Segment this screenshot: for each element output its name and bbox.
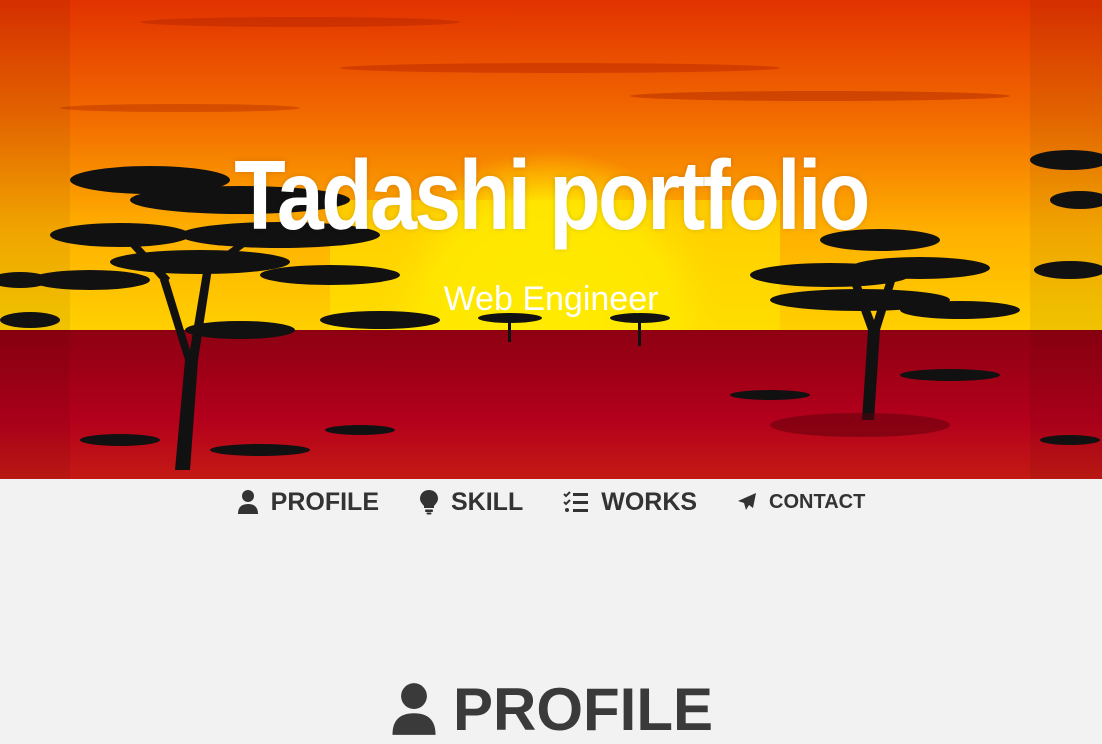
nav-label-skill: SKILL bbox=[451, 487, 524, 516]
nav-item-contact[interactable]: CONTACT bbox=[737, 491, 865, 514]
nav-item-profile[interactable]: PROFILE bbox=[237, 488, 379, 517]
nav-label-contact: CONTACT bbox=[769, 490, 866, 513]
nav-label-works: WORKS bbox=[601, 487, 698, 516]
section-title-text: PROFILE bbox=[452, 675, 713, 743]
checklist-icon bbox=[563, 491, 589, 512]
hero-subtitle: Web Engineer bbox=[443, 280, 659, 318]
paper-plane-icon bbox=[738, 493, 757, 510]
lightbulb-icon bbox=[420, 490, 438, 515]
nav-item-skill[interactable]: SKILL bbox=[419, 488, 523, 517]
section-heading-profile: PROFILE bbox=[0, 675, 1102, 744]
user-icon bbox=[392, 683, 436, 736]
hero-banner: Tadashi portfolio Web Engineer bbox=[0, 0, 1102, 479]
main-nav: PROFILE SKILL WORKS CONTACT bbox=[0, 479, 1102, 525]
nav-label-profile: PROFILE bbox=[270, 487, 379, 516]
nav-item-works[interactable]: WORKS bbox=[563, 488, 697, 517]
user-icon bbox=[237, 490, 258, 514]
hero-title: Tadashi portfolio bbox=[234, 140, 870, 250]
